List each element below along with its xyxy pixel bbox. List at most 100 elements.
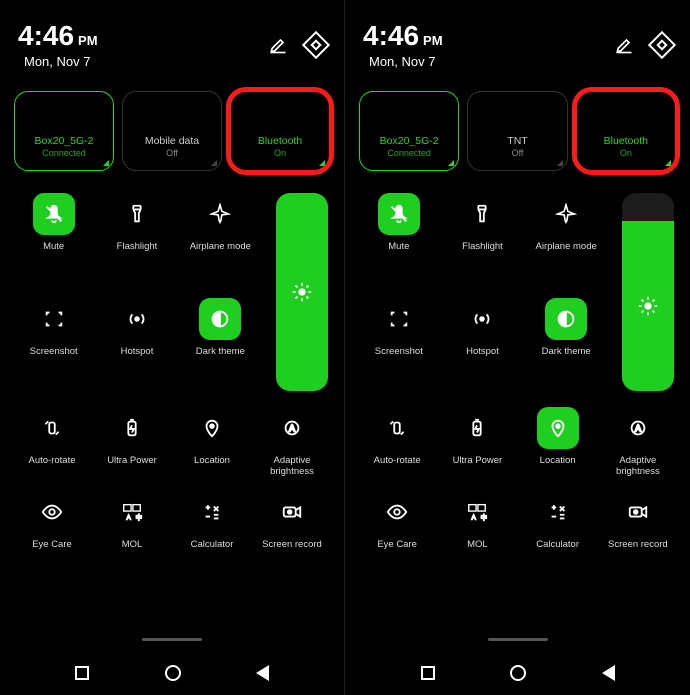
clock: 4:46 PM [363, 20, 443, 52]
toggle-label: Flashlight [462, 241, 503, 252]
airplane-toggle[interactable]: Airplane mode [183, 193, 258, 286]
toggle-label: Auto-rotate [29, 455, 76, 466]
adaptive-icon: A [271, 407, 313, 449]
screenshot-icon [33, 298, 75, 340]
eye-toggle[interactable]: Eye Care [361, 491, 433, 550]
rotate-icon [31, 407, 73, 449]
mol-toggle[interactable]: A中 MOL [441, 491, 513, 550]
tile-sublabel: Off [166, 148, 178, 158]
calc-icon [191, 491, 233, 533]
tile-sublabel: Connected [387, 148, 431, 158]
mute-toggle[interactable]: Mute [16, 193, 91, 286]
mol-toggle[interactable]: A中 MOL [96, 491, 168, 550]
screenshot-toggle[interactable]: Screenshot [16, 298, 91, 391]
edit-icon[interactable] [268, 35, 288, 55]
record-toggle[interactable]: Screen record [602, 491, 674, 550]
hotspot-icon [116, 298, 158, 340]
clock-time: 4:46 [363, 20, 419, 52]
wifi-tile[interactable]: Box20_5G-2 Connected [359, 91, 459, 171]
darktheme-icon [199, 298, 241, 340]
flashlight-toggle[interactable]: Flashlight [445, 193, 521, 286]
bluetooth-tile[interactable]: Bluetooth On [230, 91, 330, 171]
rotate-toggle[interactable]: Auto-rotate [361, 407, 433, 477]
toggle-label: MOL [467, 539, 488, 550]
airplane-icon [545, 193, 587, 235]
large-tiles-row: Box20_5G-2 Connected TNT Off Bluetooth O… [357, 91, 678, 171]
hotspot-icon [461, 298, 503, 340]
tile-sublabel: Off [512, 148, 524, 158]
screenshot-icon [378, 298, 420, 340]
nav-recent[interactable] [421, 666, 435, 680]
data-tile[interactable]: Mobile data Off [122, 91, 222, 171]
clock: 4:46 PM [18, 20, 98, 52]
darktheme-toggle[interactable]: Dark theme [528, 298, 604, 391]
quick-settings-panel: 4:46 PM Mon, Nov 7 Box20_5G-2 Connected … [345, 0, 690, 695]
battery-toggle[interactable]: Ultra Power [96, 407, 168, 477]
drag-handle[interactable] [142, 638, 202, 641]
brightness-fill [276, 193, 328, 391]
toggle-label: Dark theme [196, 346, 245, 357]
toggle-label: Ultra Power [107, 455, 157, 466]
svg-text:A: A [472, 514, 477, 521]
clock-ampm: PM [423, 33, 443, 48]
toggle-label: Screenshot [30, 346, 78, 357]
nav-bar [345, 651, 690, 695]
highlight-annotation [226, 87, 334, 175]
nav-recent[interactable] [75, 666, 89, 680]
toggle-label: Hotspot [121, 346, 154, 357]
screenshot-toggle[interactable]: Screenshot [361, 298, 437, 391]
toggle-label: Auto-rotate [374, 455, 421, 466]
record-icon [271, 491, 313, 533]
adaptive-toggle[interactable]: A Adaptive brightness [256, 407, 328, 477]
battery-toggle[interactable]: Ultra Power [441, 407, 513, 477]
svg-text:中: 中 [481, 512, 487, 521]
drag-handle[interactable] [488, 638, 548, 641]
battery-icon [456, 407, 498, 449]
nav-home[interactable] [510, 665, 526, 681]
date: Mon, Nov 7 [363, 54, 443, 69]
nav-home[interactable] [165, 665, 181, 681]
svg-text:中: 中 [136, 512, 142, 521]
eye-toggle[interactable]: Eye Care [16, 491, 88, 550]
tile-label: Box20_5G-2 [380, 135, 439, 147]
hotspot-toggle[interactable]: Hotspot [445, 298, 521, 391]
svg-text:A: A [289, 424, 296, 434]
tile-label: Bluetooth [258, 135, 302, 147]
adaptive-toggle[interactable]: A Adaptive brightness [602, 407, 674, 477]
mute-icon [378, 193, 420, 235]
brightness-slider[interactable] [622, 193, 674, 391]
location-toggle[interactable]: Location [522, 407, 594, 477]
nav-back[interactable] [256, 665, 269, 681]
location-toggle[interactable]: Location [176, 407, 248, 477]
rotate-toggle[interactable]: Auto-rotate [16, 407, 88, 477]
bluetooth-tile[interactable]: Bluetooth On [576, 91, 676, 171]
brightness-fill [622, 221, 674, 391]
hotspot-toggle[interactable]: Hotspot [99, 298, 174, 391]
darktheme-toggle[interactable]: Dark theme [183, 298, 258, 391]
toggle-label: Dark theme [542, 346, 591, 357]
toggle-grid: Mute Flashlight Airplane mode Screenshot… [361, 193, 604, 391]
record-toggle[interactable]: Screen record [256, 491, 328, 550]
data-tile[interactable]: TNT Off [467, 91, 567, 171]
calc-icon [537, 491, 579, 533]
highlight-annotation [572, 87, 680, 175]
edit-icon[interactable] [614, 35, 634, 55]
settings-icon[interactable] [302, 30, 330, 58]
wifi-tile[interactable]: Box20_5G-2 Connected [14, 91, 114, 171]
svg-text:A: A [635, 424, 642, 434]
toggle-grid-lower: Auto-rotate Ultra Power LocationA Adapti… [12, 407, 332, 550]
calc-toggle[interactable]: Calculator [522, 491, 594, 550]
brightness-slider[interactable] [276, 193, 328, 391]
toggle-label: Airplane mode [536, 241, 597, 252]
tile-sublabel: On [274, 148, 286, 158]
airplane-toggle[interactable]: Airplane mode [528, 193, 604, 286]
record-icon [617, 491, 659, 533]
mute-toggle[interactable]: Mute [361, 193, 437, 286]
calc-toggle[interactable]: Calculator [176, 491, 248, 550]
airplane-icon [199, 193, 241, 235]
toggle-grid: Mute Flashlight Airplane mode Screenshot… [16, 193, 258, 391]
flashlight-toggle[interactable]: Flashlight [99, 193, 174, 286]
settings-icon[interactable] [648, 30, 676, 58]
mute-icon [33, 193, 75, 235]
nav-back[interactable] [602, 665, 615, 681]
